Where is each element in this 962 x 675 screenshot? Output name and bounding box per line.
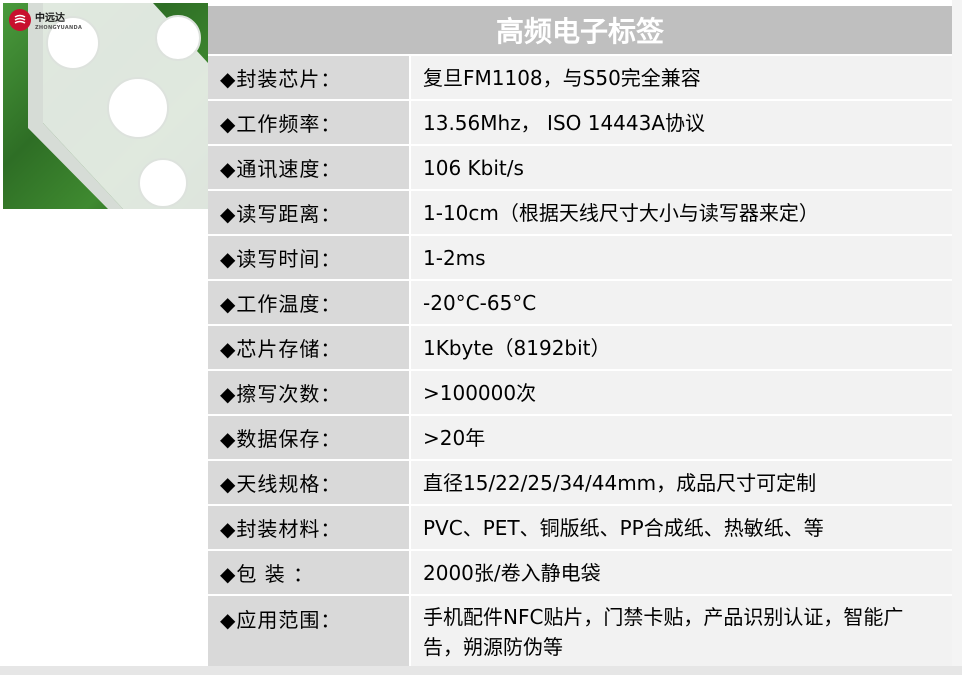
- spec-row: ◆擦写次数： >100000次: [208, 371, 952, 416]
- spec-row: ◆应用范围： 手机配件NFC贴片，门禁卡贴，产品识别认证，智能广告，朔源防伪等: [208, 596, 952, 674]
- spec-label: ◆天线规格：: [208, 461, 411, 504]
- spec-value: 1-10cm（根据天线尺寸大小与读写器来定）: [411, 191, 952, 234]
- product-photo: 中远达 ZHONGYUANDA: [3, 3, 208, 209]
- table-title: 高频电子标签: [208, 6, 952, 56]
- spec-value: 1-2ms: [411, 236, 952, 279]
- company-logo: 中远达 ZHONGYUANDA: [9, 9, 82, 31]
- spec-label: ◆通讯速度：: [208, 146, 411, 189]
- spec-value: 直径15/22/25/34/44mm，成品尺寸可定制: [411, 461, 952, 504]
- logo-name: 中远达: [35, 13, 65, 24]
- spec-value: 复旦FM1108，与S50完全兼容: [411, 56, 952, 99]
- spec-label: ◆封装芯片：: [208, 56, 411, 99]
- spec-value: >100000次: [411, 371, 952, 414]
- spec-value: 手机配件NFC贴片，门禁卡贴，产品识别认证，智能广告，朔源防伪等: [411, 596, 952, 672]
- spec-label: ◆应用范围：: [208, 596, 411, 672]
- spec-row: ◆芯片存储： 1Kbyte（8192bit）: [208, 326, 952, 371]
- spec-table: 高频电子标签 ◆封装芯片： 复旦FM1108，与S50完全兼容 ◆工作频率： 13.5…: [208, 6, 952, 674]
- spec-label: ◆芯片存储：: [208, 326, 411, 369]
- spec-row: ◆工作频率： 13.56Mhz， ISO 14443A协议: [208, 101, 952, 146]
- spec-value: 13.56Mhz， ISO 14443A协议: [411, 101, 952, 144]
- label-roll-illustration: [28, 3, 208, 209]
- spec-rows: ◆封装芯片： 复旦FM1108，与S50完全兼容 ◆工作频率： 13.56Mhz， I…: [208, 56, 952, 674]
- spec-row: ◆工作温度： -20°C-65°C: [208, 281, 952, 326]
- spec-label: ◆封装材料：: [208, 506, 411, 549]
- spec-row: ◆读写距离： 1-10cm（根据天线尺寸大小与读写器来定）: [208, 191, 952, 236]
- spec-label: ◆包 装 ：: [208, 551, 411, 594]
- spec-row: ◆数据保存： >20年: [208, 416, 952, 461]
- spec-value: -20°C-65°C: [411, 281, 952, 324]
- spec-value: PVC、PET、铜版纸、PP合成纸、热敏纸、等: [411, 506, 952, 549]
- spec-row: ◆封装芯片： 复旦FM1108，与S50完全兼容: [208, 56, 952, 101]
- spec-value: 2000张/卷入静电袋: [411, 551, 952, 594]
- spec-label: ◆工作频率：: [208, 101, 411, 144]
- spec-label: ◆读写时间：: [208, 236, 411, 279]
- logo-icon: [9, 9, 31, 31]
- spec-value: >20年: [411, 416, 952, 459]
- spec-label: ◆工作温度：: [208, 281, 411, 324]
- spec-row: ◆包 装 ： 2000张/卷入静电袋: [208, 551, 952, 596]
- spec-value: 106 Kbit/s: [411, 146, 952, 189]
- spec-row: ◆封装材料： PVC、PET、铜版纸、PP合成纸、热敏纸、等: [208, 506, 952, 551]
- logo-text: 中远达 ZHONGYUANDA: [35, 9, 82, 31]
- page-edge-bottom: [0, 666, 962, 675]
- spec-row: ◆通讯速度： 106 Kbit/s: [208, 146, 952, 191]
- spec-row: ◆天线规格： 直径15/22/25/34/44mm，成品尺寸可定制: [208, 461, 952, 506]
- spec-label: ◆数据保存：: [208, 416, 411, 459]
- spec-value: 1Kbyte（8192bit）: [411, 326, 952, 369]
- spec-label: ◆读写距离：: [208, 191, 411, 234]
- logo-sub: ZHONGYUANDA: [35, 25, 83, 31]
- spec-label: ◆擦写次数：: [208, 371, 411, 414]
- spec-row: ◆读写时间： 1-2ms: [208, 236, 952, 281]
- page-edge-right: [952, 0, 962, 675]
